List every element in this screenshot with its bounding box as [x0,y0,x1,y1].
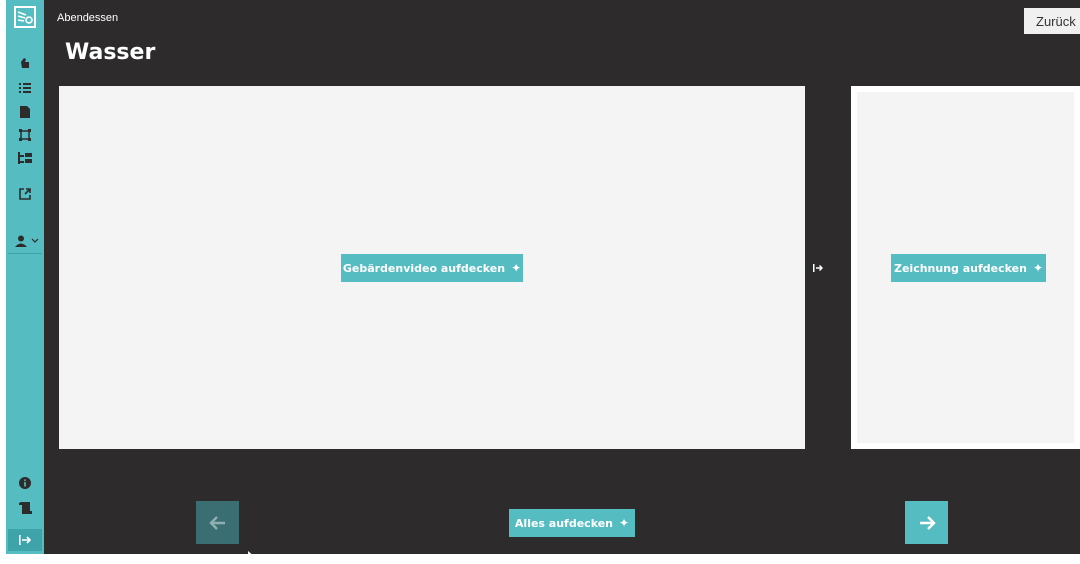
hand-icon[interactable] [6,54,44,70]
previous-button[interactable] [196,501,239,544]
reveal-all-button[interactable]: Alles aufdecken ✦ [509,509,635,537]
document-icon[interactable] [6,104,44,120]
sparkle-icon: ✦ [619,516,630,530]
frame-icon[interactable] [6,127,44,143]
sparkle-icon: ✦ [511,261,522,275]
scroll-icon[interactable] [6,500,44,516]
sidebar [6,0,44,554]
collapse-icon [19,535,31,545]
swap-icon[interactable] [810,261,826,275]
logo-icon[interactable] [6,4,44,30]
breadcrumb[interactable]: Abendessen [57,12,118,24]
main-area: Abendessen Zurück Wasser Gebärdenvideo a… [44,0,1080,554]
top-bar: Abendessen Zurück [44,8,1080,34]
reveal-all-label: Alles aufdecken [514,516,614,530]
arrow-right-icon [919,515,936,530]
sidebar-divider [8,253,42,254]
external-link-icon[interactable] [6,186,44,202]
reveal-drawing-button[interactable]: Zeichnung aufdecken ✦ [891,254,1046,282]
back-button[interactable]: Zurück [1024,8,1080,34]
sparkle-icon: ✦ [1032,261,1044,275]
info-icon[interactable] [6,475,44,491]
reveal-video-button[interactable]: Gebärdenvideo aufdecken ✦ [341,254,523,282]
page-title: Wasser [65,40,156,65]
next-button[interactable] [905,501,948,544]
sidebar-collapse-button[interactable] [8,529,42,551]
reveal-video-label: Gebärdenvideo aufdecken [342,261,506,275]
list-icon[interactable] [6,80,44,96]
arrow-left-icon [208,515,225,530]
hierarchy-icon[interactable] [6,150,44,166]
mouse-cursor-icon [248,545,256,564]
reveal-drawing-label: Zeichnung aufdecken [893,261,1027,275]
